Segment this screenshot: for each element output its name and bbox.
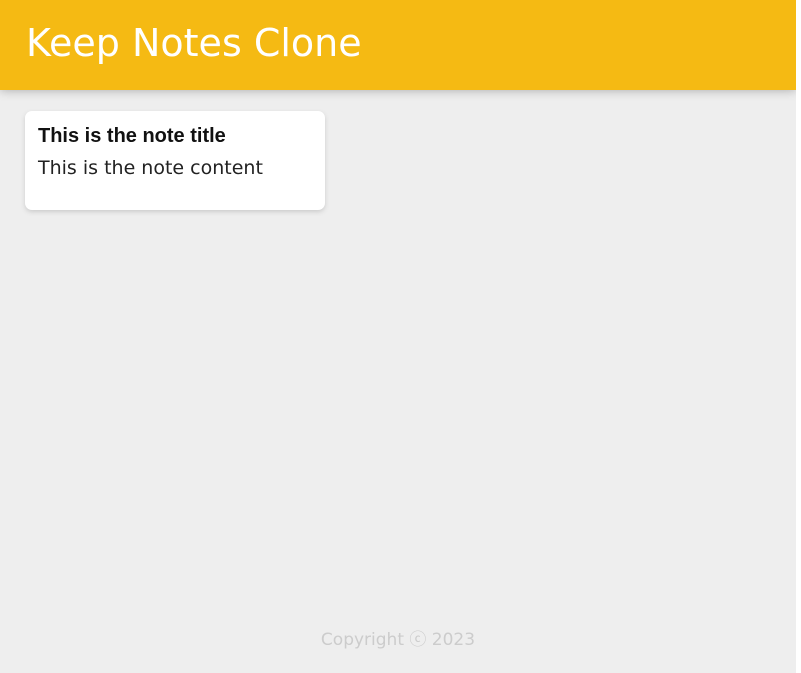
app-title: Keep Notes Clone (26, 21, 362, 65)
note-card[interactable]: This is the note title This is the note … (25, 111, 325, 210)
app-header: Keep Notes Clone (0, 0, 796, 90)
note-content: This is the note content (38, 157, 263, 179)
note-title: This is the note title (38, 125, 226, 147)
copyright-text: Copyright ⓒ 2023 (320, 630, 476, 650)
scrollbar-track[interactable] (796, 0, 801, 673)
app-root: Keep Notes Clone This is the note title … (0, 0, 801, 673)
app-footer: Copyright ⓒ 2023 (0, 626, 796, 654)
